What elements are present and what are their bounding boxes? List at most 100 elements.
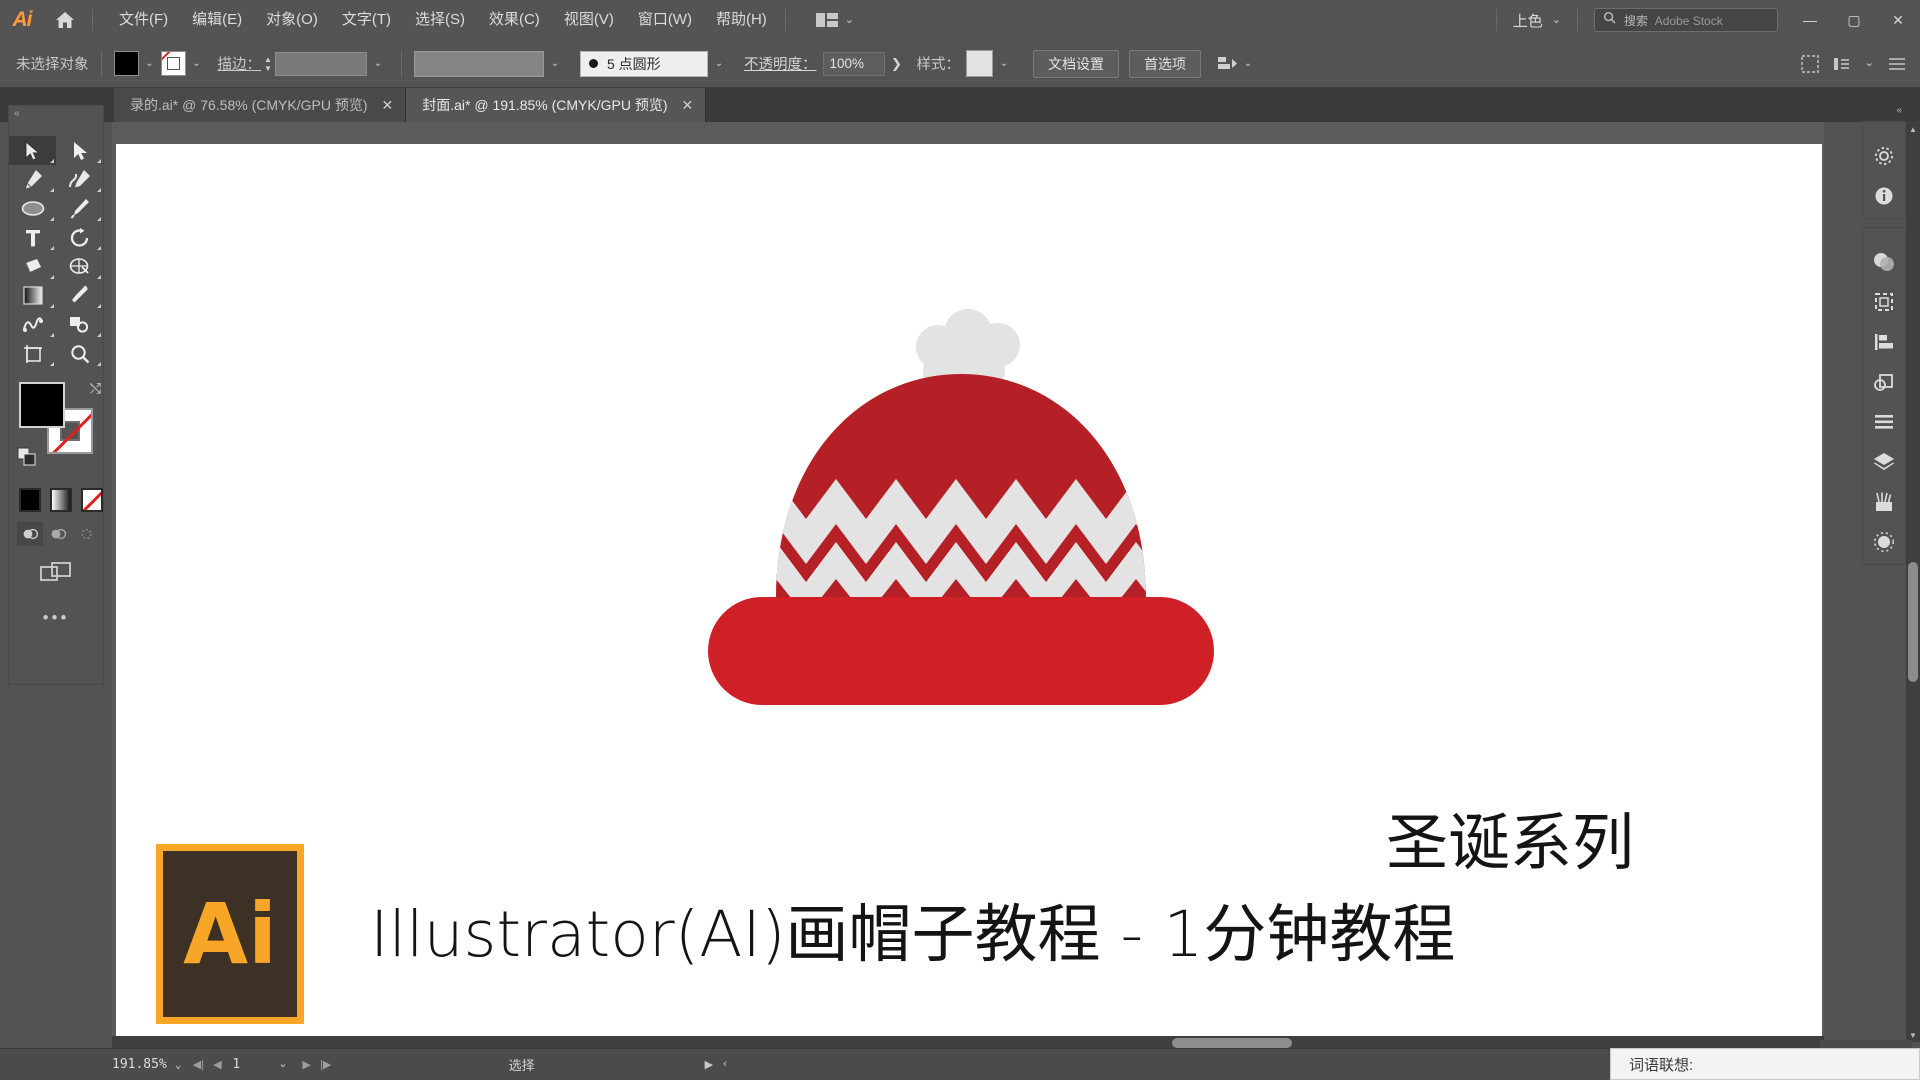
profile-dropdown-icon[interactable]: ⌄: [544, 51, 566, 76]
gradient-tool[interactable]: [9, 281, 56, 310]
swap-fill-stroke-icon[interactable]: ⤭: [90, 380, 101, 397]
variable-width-profile-input[interactable]: [414, 50, 544, 77]
brushes-icon[interactable]: [1863, 482, 1905, 522]
document-tab-2[interactable]: 封面.ai* @ 191.85% (CMYK/GPU 预览) ✕: [406, 88, 707, 122]
direct-selection-tool[interactable]: [56, 136, 103, 165]
prev-artboard-button[interactable]: ◀: [208, 1058, 226, 1071]
close-button[interactable]: ✕: [1876, 0, 1920, 40]
artwork-series-text[interactable]: 圣诞系列: [1386, 792, 1634, 882]
opacity-expand-icon[interactable]: ❯: [885, 51, 909, 77]
more-tools-icon[interactable]: •••: [9, 608, 103, 628]
align-dropdown-icon[interactable]: ⌄: [1237, 51, 1259, 76]
ai-logo-badge[interactable]: Ai: [156, 844, 304, 1024]
shape-builder-tool[interactable]: [9, 252, 56, 281]
canvas-area[interactable]: 圣诞系列 Illustrator(AI)画帽子教程 - 1分钟教程 Ai: [112, 122, 1824, 1042]
artwork-title-text[interactable]: Illustrator(AI)画帽子教程 - 1分钟教程: [370, 884, 1455, 975]
menu-effect[interactable]: 效果(C): [477, 0, 552, 40]
search-input[interactable]: 搜索 Adobe Stock: [1594, 8, 1778, 32]
align-icon[interactable]: [1863, 322, 1905, 362]
transform-icon[interactable]: [1801, 54, 1819, 73]
menu-view[interactable]: 视图(V): [552, 0, 626, 40]
scroll-up-icon[interactable]: ▲: [1906, 122, 1920, 136]
zoom-tool[interactable]: [56, 339, 103, 368]
horizontal-scroll-thumb[interactable]: [1172, 1038, 1292, 1048]
menu-select[interactable]: 选择(S): [403, 0, 477, 40]
rotate-tool[interactable]: [56, 223, 103, 252]
color-mode-switcher[interactable]: 上色 ⌄: [1503, 10, 1571, 31]
menu-object[interactable]: 对象(O): [254, 0, 330, 40]
color-icon[interactable]: [1863, 242, 1905, 282]
panel-menu-icon[interactable]: [1888, 57, 1906, 71]
gradient-mesh-tool[interactable]: [56, 252, 103, 281]
menu-edit[interactable]: 编辑(E): [180, 0, 254, 40]
style-dropdown-icon[interactable]: ⌄: [993, 51, 1015, 76]
workspace-switcher[interactable]: ⌄: [808, 5, 862, 35]
document-setup-button[interactable]: 文档设置: [1033, 49, 1119, 78]
align-icon[interactable]: [1217, 55, 1237, 73]
selection-tool[interactable]: [9, 136, 56, 165]
layers-icon[interactable]: [1863, 442, 1905, 482]
color-mode-button[interactable]: [19, 488, 41, 512]
eyedropper-tool[interactable]: [56, 281, 103, 310]
menu-file[interactable]: 文件(F): [107, 0, 180, 40]
zoom-level-select[interactable]: 191.85% ⌄: [112, 1057, 189, 1072]
last-artboard-button[interactable]: |▶: [317, 1058, 335, 1071]
paintbrush-tool[interactable]: [56, 194, 103, 223]
fill-dropdown-icon[interactable]: ⌄: [139, 51, 161, 76]
artboard-dropdown-icon[interactable]: ⌄: [278, 1059, 287, 1070]
info-icon[interactable]: [1863, 176, 1905, 216]
first-artboard-button[interactable]: ◀|: [189, 1058, 207, 1071]
fill-color-box[interactable]: [19, 382, 65, 428]
vertical-scroll-thumb[interactable]: [1908, 562, 1918, 682]
fill-color-swatch[interactable]: [113, 51, 139, 76]
document-tab-1[interactable]: 录的.ai* @ 76.58% (CMYK/GPU 预览) ✕: [114, 88, 407, 122]
preferences-button[interactable]: 首选项: [1129, 49, 1201, 78]
curvature-tool[interactable]: [56, 165, 103, 194]
brush-dropdown-icon[interactable]: ⌄: [708, 51, 730, 76]
stroke-weight-input[interactable]: [275, 51, 367, 76]
stroke-weight-stepper[interactable]: ▲ ▼: [261, 51, 275, 77]
menu-window[interactable]: 窗口(W): [626, 0, 704, 40]
ime-suggestion-bar[interactable]: 词语联想:: [1610, 1048, 1920, 1080]
hat-illustration[interactable]: [706, 299, 1226, 719]
opacity-input[interactable]: 100%: [822, 51, 885, 76]
blend-tool[interactable]: [9, 310, 56, 339]
draw-behind-button[interactable]: [45, 522, 71, 546]
appearance-icon[interactable]: [1863, 522, 1905, 562]
stroke-color-swatch[interactable]: [160, 51, 186, 76]
ellipse-tool[interactable]: [9, 194, 56, 223]
home-icon[interactable]: [44, 0, 86, 40]
next-artboard-button[interactable]: ▶: [298, 1058, 316, 1071]
maximize-button[interactable]: ▢: [1832, 0, 1876, 40]
close-icon[interactable]: ✕: [682, 98, 694, 112]
transform-icon[interactable]: [1863, 282, 1905, 322]
status-next-icon[interactable]: ▶: [705, 1058, 713, 1071]
toolbar-collapse-icon[interactable]: «: [9, 106, 103, 122]
artboard-tool[interactable]: [9, 339, 56, 368]
graphic-style-swatch[interactable]: [966, 50, 993, 77]
menu-type[interactable]: 文字(T): [330, 0, 403, 40]
canvas-vertical-scrollbar[interactable]: ▲ ▼: [1906, 122, 1920, 1042]
draw-normal-button[interactable]: [17, 522, 43, 546]
chevron-down-icon[interactable]: ⌄: [1865, 58, 1874, 69]
draw-inside-button[interactable]: [73, 522, 99, 546]
dock-collapse-icon[interactable]: «: [1862, 105, 1906, 121]
symbol-sprayer-tool[interactable]: [56, 310, 103, 339]
stroke-weight-dropdown-icon[interactable]: ⌄: [367, 51, 389, 76]
status-current-tool[interactable]: 选择: [509, 1055, 535, 1074]
screen-mode-icon[interactable]: [9, 560, 103, 586]
stroke-icon[interactable]: [1863, 402, 1905, 442]
none-mode-button[interactable]: [81, 488, 103, 512]
properties-icon[interactable]: [1863, 136, 1905, 176]
gradient-mode-button[interactable]: [50, 488, 72, 512]
arrange-icon[interactable]: [1833, 55, 1851, 73]
status-prev-icon[interactable]: ‹: [723, 1058, 727, 1071]
default-fill-stroke-icon[interactable]: [17, 447, 37, 472]
pen-tool[interactable]: [9, 165, 56, 194]
artboard-number-input[interactable]: 1: [226, 1057, 278, 1072]
menu-help[interactable]: 帮助(H): [704, 0, 779, 40]
minimize-button[interactable]: —: [1788, 0, 1832, 40]
pathfinder-icon[interactable]: [1863, 362, 1905, 402]
brush-definition-select[interactable]: 5 点圆形: [580, 50, 708, 77]
type-tool[interactable]: [9, 223, 56, 252]
